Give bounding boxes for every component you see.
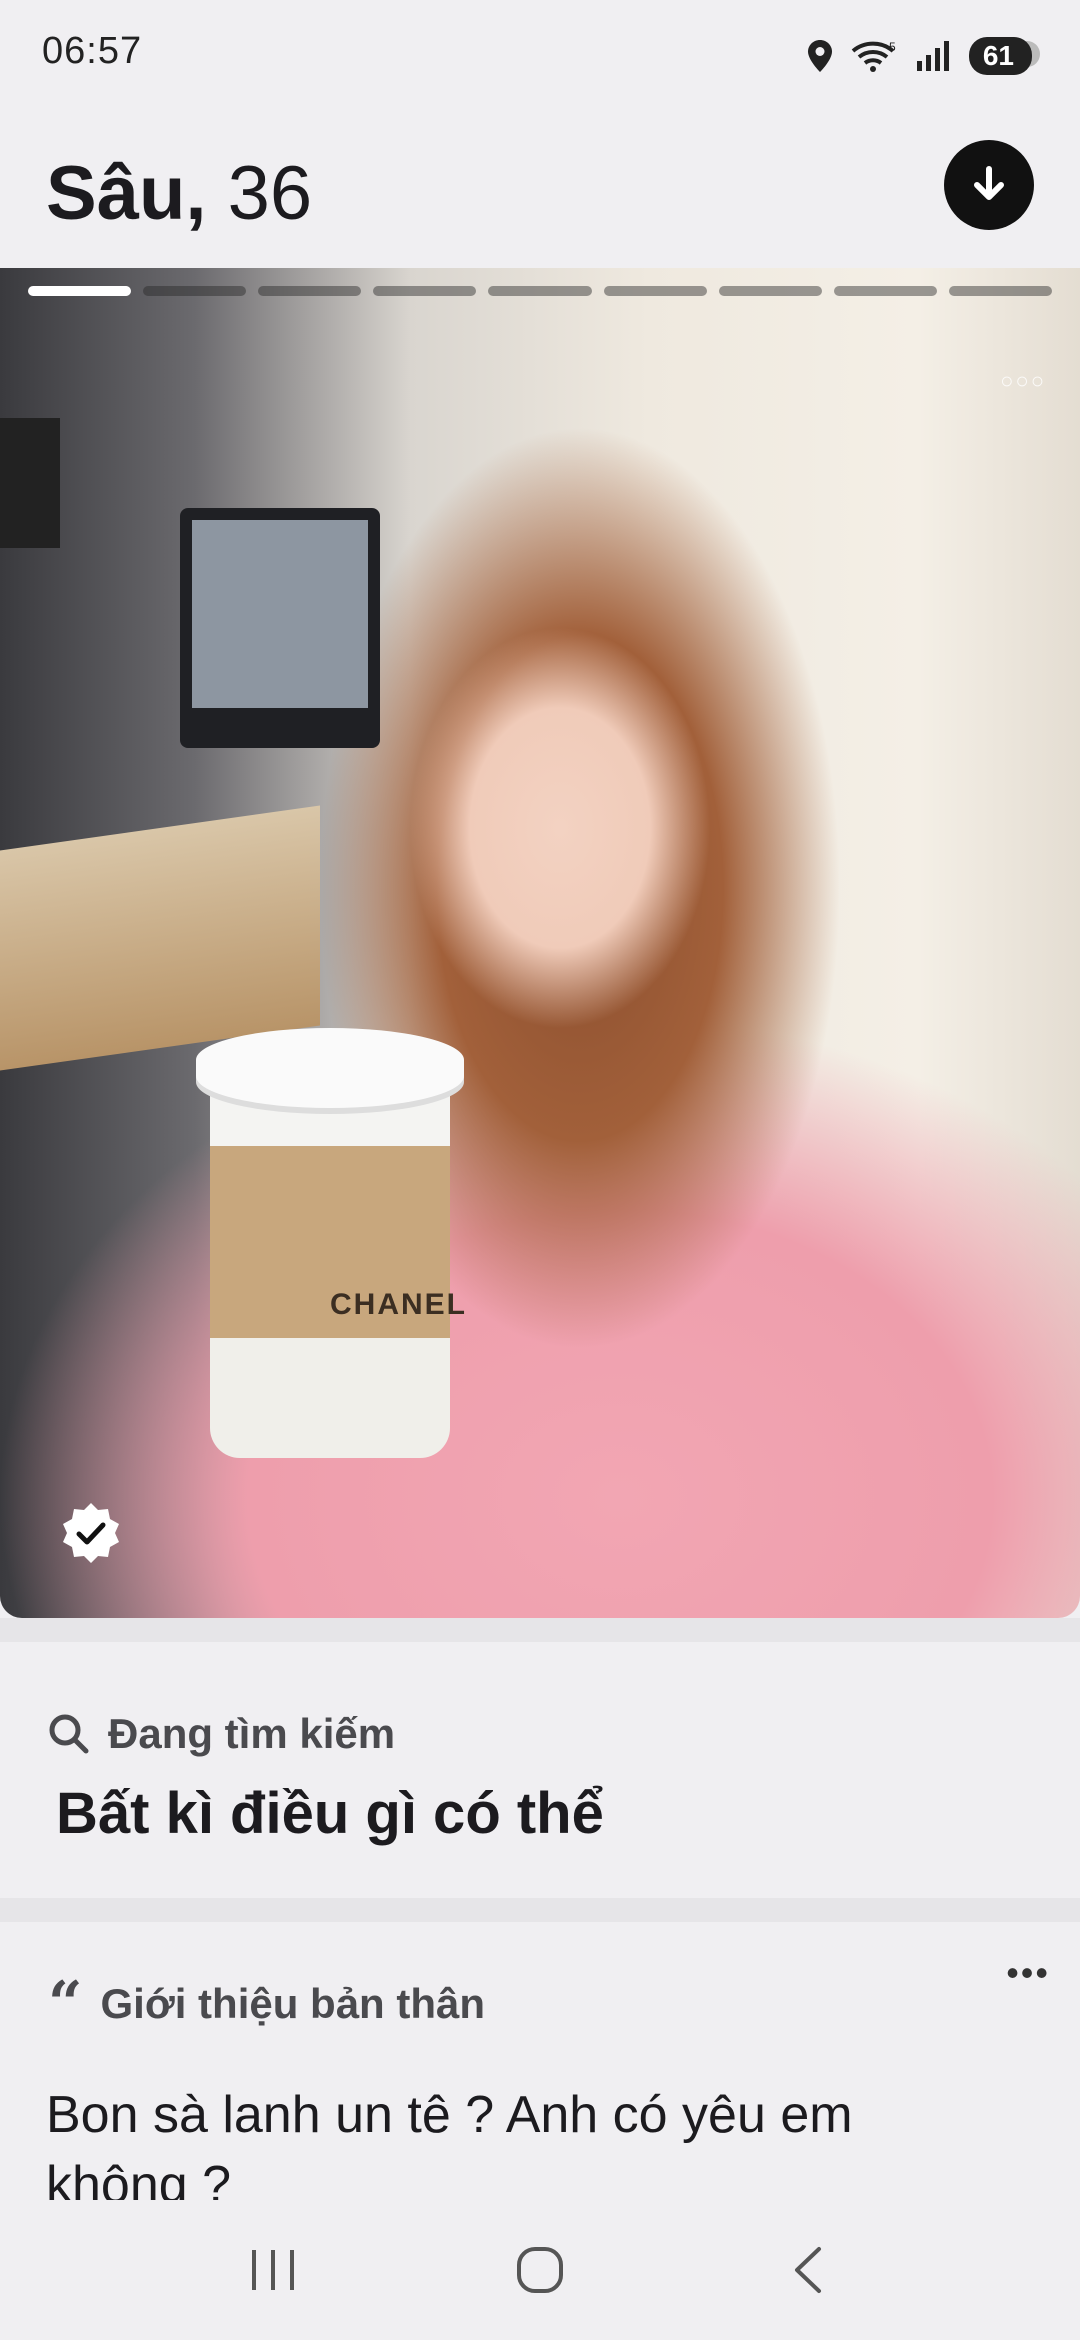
status-time: 06:57 <box>42 30 143 72</box>
about-text: Bon sà lanh un tê ? Anh có yêu em không … <box>46 2086 853 2214</box>
signal-icon <box>916 41 951 71</box>
battery-icon: 61 <box>968 37 1041 75</box>
profile-name-age: Sâu, 36 <box>46 150 312 237</box>
photo-indicator[interactable] <box>488 286 592 296</box>
looking-for-value: Bất kì điều gì có thể <box>56 1781 604 1846</box>
photo-progress-bars <box>28 286 1052 296</box>
verified-badge-icon[interactable] <box>58 1500 124 1566</box>
about-label: Giới thiệu bản thân <box>100 1980 486 2027</box>
wifi-icon: 5 <box>851 39 899 73</box>
cup-brand: CHANEL <box>330 1288 467 1321</box>
recent-apps-button[interactable] <box>228 2225 318 2315</box>
profile-age: 36 <box>227 151 313 236</box>
photo-indicator[interactable] <box>28 286 132 296</box>
system-nav-bar <box>0 2200 1080 2340</box>
photo-indicator[interactable] <box>143 286 247 296</box>
svg-text:5: 5 <box>889 40 896 54</box>
photo-indicator[interactable] <box>258 286 362 296</box>
download-button[interactable] <box>944 140 1034 230</box>
back-button[interactable] <box>762 2225 852 2315</box>
location-icon <box>807 39 833 73</box>
photo-indicator[interactable] <box>373 286 477 296</box>
status-bar: 06:57 5 61 <box>0 0 1080 110</box>
looking-for-label: Đang tìm kiếm <box>108 1710 396 1757</box>
photo-more-icon[interactable]: ○○○ <box>1000 368 1046 394</box>
looking-for-card: Đang tìm kiếm Bất kì điều gì có thể <box>0 1642 1080 1898</box>
photo-indicator[interactable] <box>603 286 707 296</box>
profile-photo[interactable]: CHANEL ○○○ <box>0 268 1080 1618</box>
recent-apps-icon <box>252 2250 295 2290</box>
profile-name: Sâu, <box>46 151 207 236</box>
home-icon <box>516 2247 563 2293</box>
quote-icon: “ <box>48 1969 83 2039</box>
photo-indicator[interactable] <box>948 286 1052 296</box>
home-button[interactable] <box>495 2225 585 2315</box>
coffee-cup: CHANEL <box>196 1028 465 1458</box>
photo-indicator[interactable] <box>718 286 822 296</box>
back-icon <box>794 2247 821 2293</box>
status-icons: 5 61 <box>807 36 1041 76</box>
search-icon <box>49 1714 89 1754</box>
arrow-down-icon <box>974 166 1004 200</box>
photo-indicator[interactable] <box>833 286 937 296</box>
profile-header: Sâu, 36 <box>0 120 1080 270</box>
more-options-icon[interactable]: ••• <box>1006 1952 1050 1994</box>
